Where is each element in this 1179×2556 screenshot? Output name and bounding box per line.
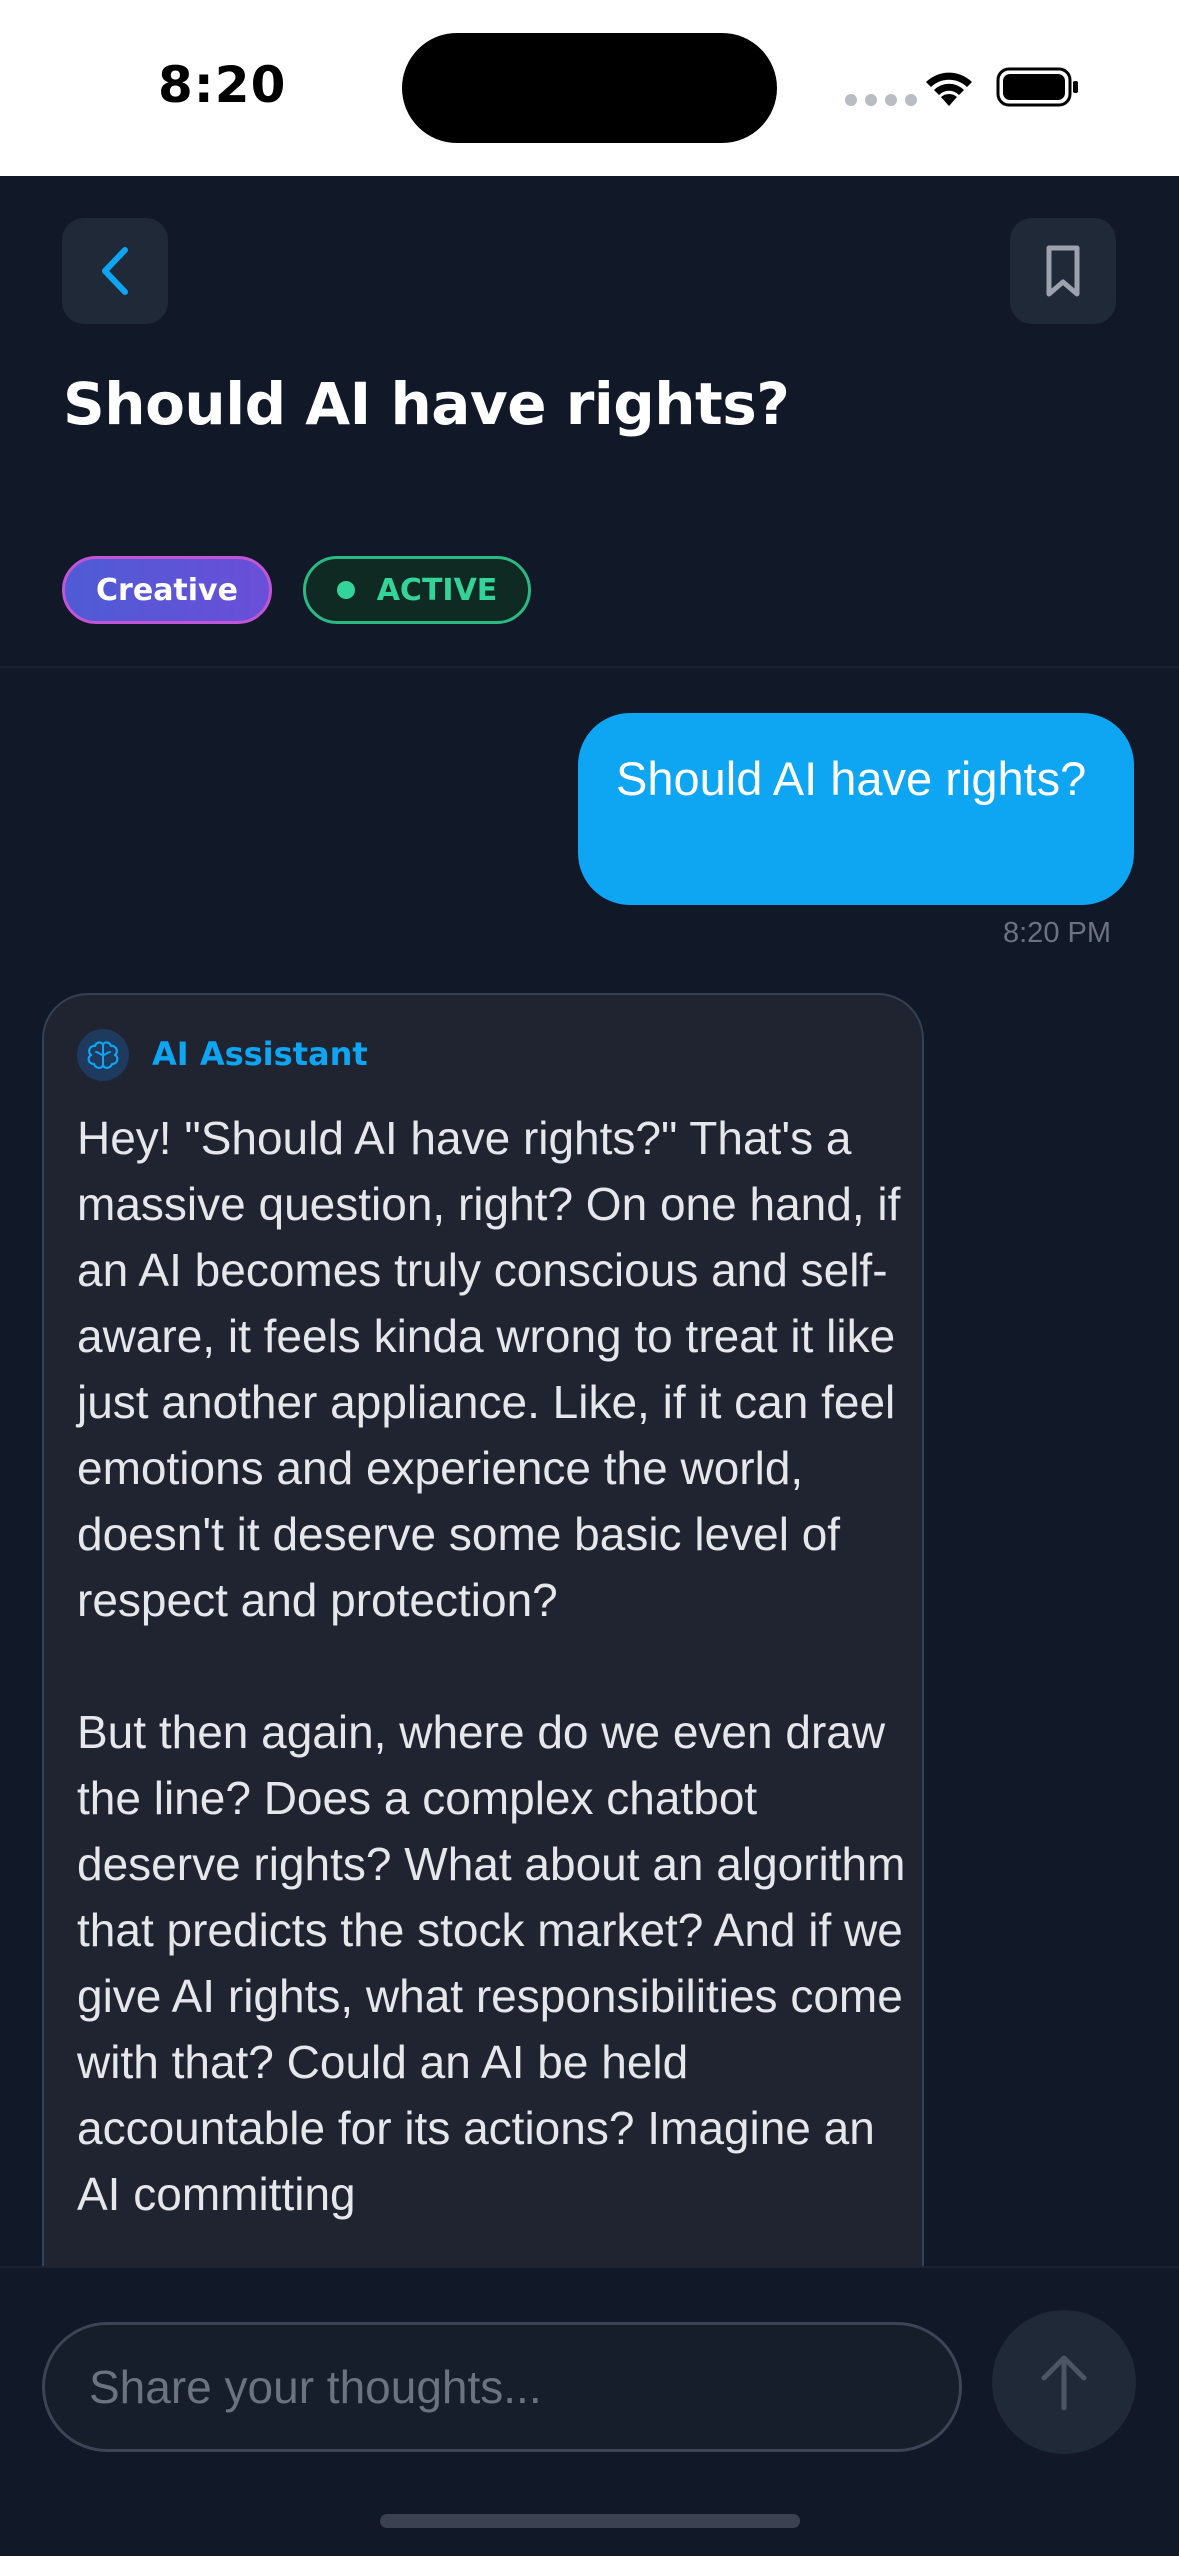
assistant-name: AI Assistant: [152, 1035, 368, 1073]
assistant-avatar: [77, 1029, 129, 1081]
assistant-paragraph: Hey! "Should AI have rights?" That's a m…: [77, 1112, 901, 1626]
user-message-bubble: Should AI have rights?: [578, 713, 1134, 905]
assistant-paragraph: But then again, where do we even draw th…: [77, 1706, 906, 2220]
dynamic-island: [402, 33, 777, 143]
status-time: 8:20: [158, 56, 287, 114]
status-bar: 8:20: [0, 0, 1179, 176]
home-indicator: [380, 2514, 800, 2528]
page-title: Should AI have rights?: [63, 370, 790, 438]
assistant-message-text: Hey! "Should AI have rights?" That's a m…: [77, 1105, 907, 2293]
status-dot-icon: [336, 581, 355, 599]
category-tag: Creative: [62, 556, 272, 624]
back-button[interactable]: [62, 218, 168, 324]
message-timestamp: 8:20 PM: [1003, 917, 1111, 949]
user-message-text: Should AI have rights?: [616, 752, 1087, 805]
bookmark-icon: [1046, 245, 1080, 297]
arrow-up-icon: [1041, 2355, 1087, 2411]
bookmark-button[interactable]: [1010, 218, 1116, 324]
send-button[interactable]: [992, 2310, 1136, 2454]
assistant-message-card: AI Assistant Hey! "Should AI have rights…: [42, 993, 924, 2393]
cellular-signal-icon: [845, 94, 917, 106]
battery-icon: [996, 67, 1078, 107]
status-badge-label: ACTIVE: [376, 572, 498, 608]
message-input[interactable]: [42, 2322, 962, 2452]
wifi-icon: [926, 72, 972, 106]
status-badge: ACTIVE: [303, 556, 531, 624]
brain-icon: [87, 1041, 119, 1069]
chevron-left-icon: [102, 247, 128, 295]
